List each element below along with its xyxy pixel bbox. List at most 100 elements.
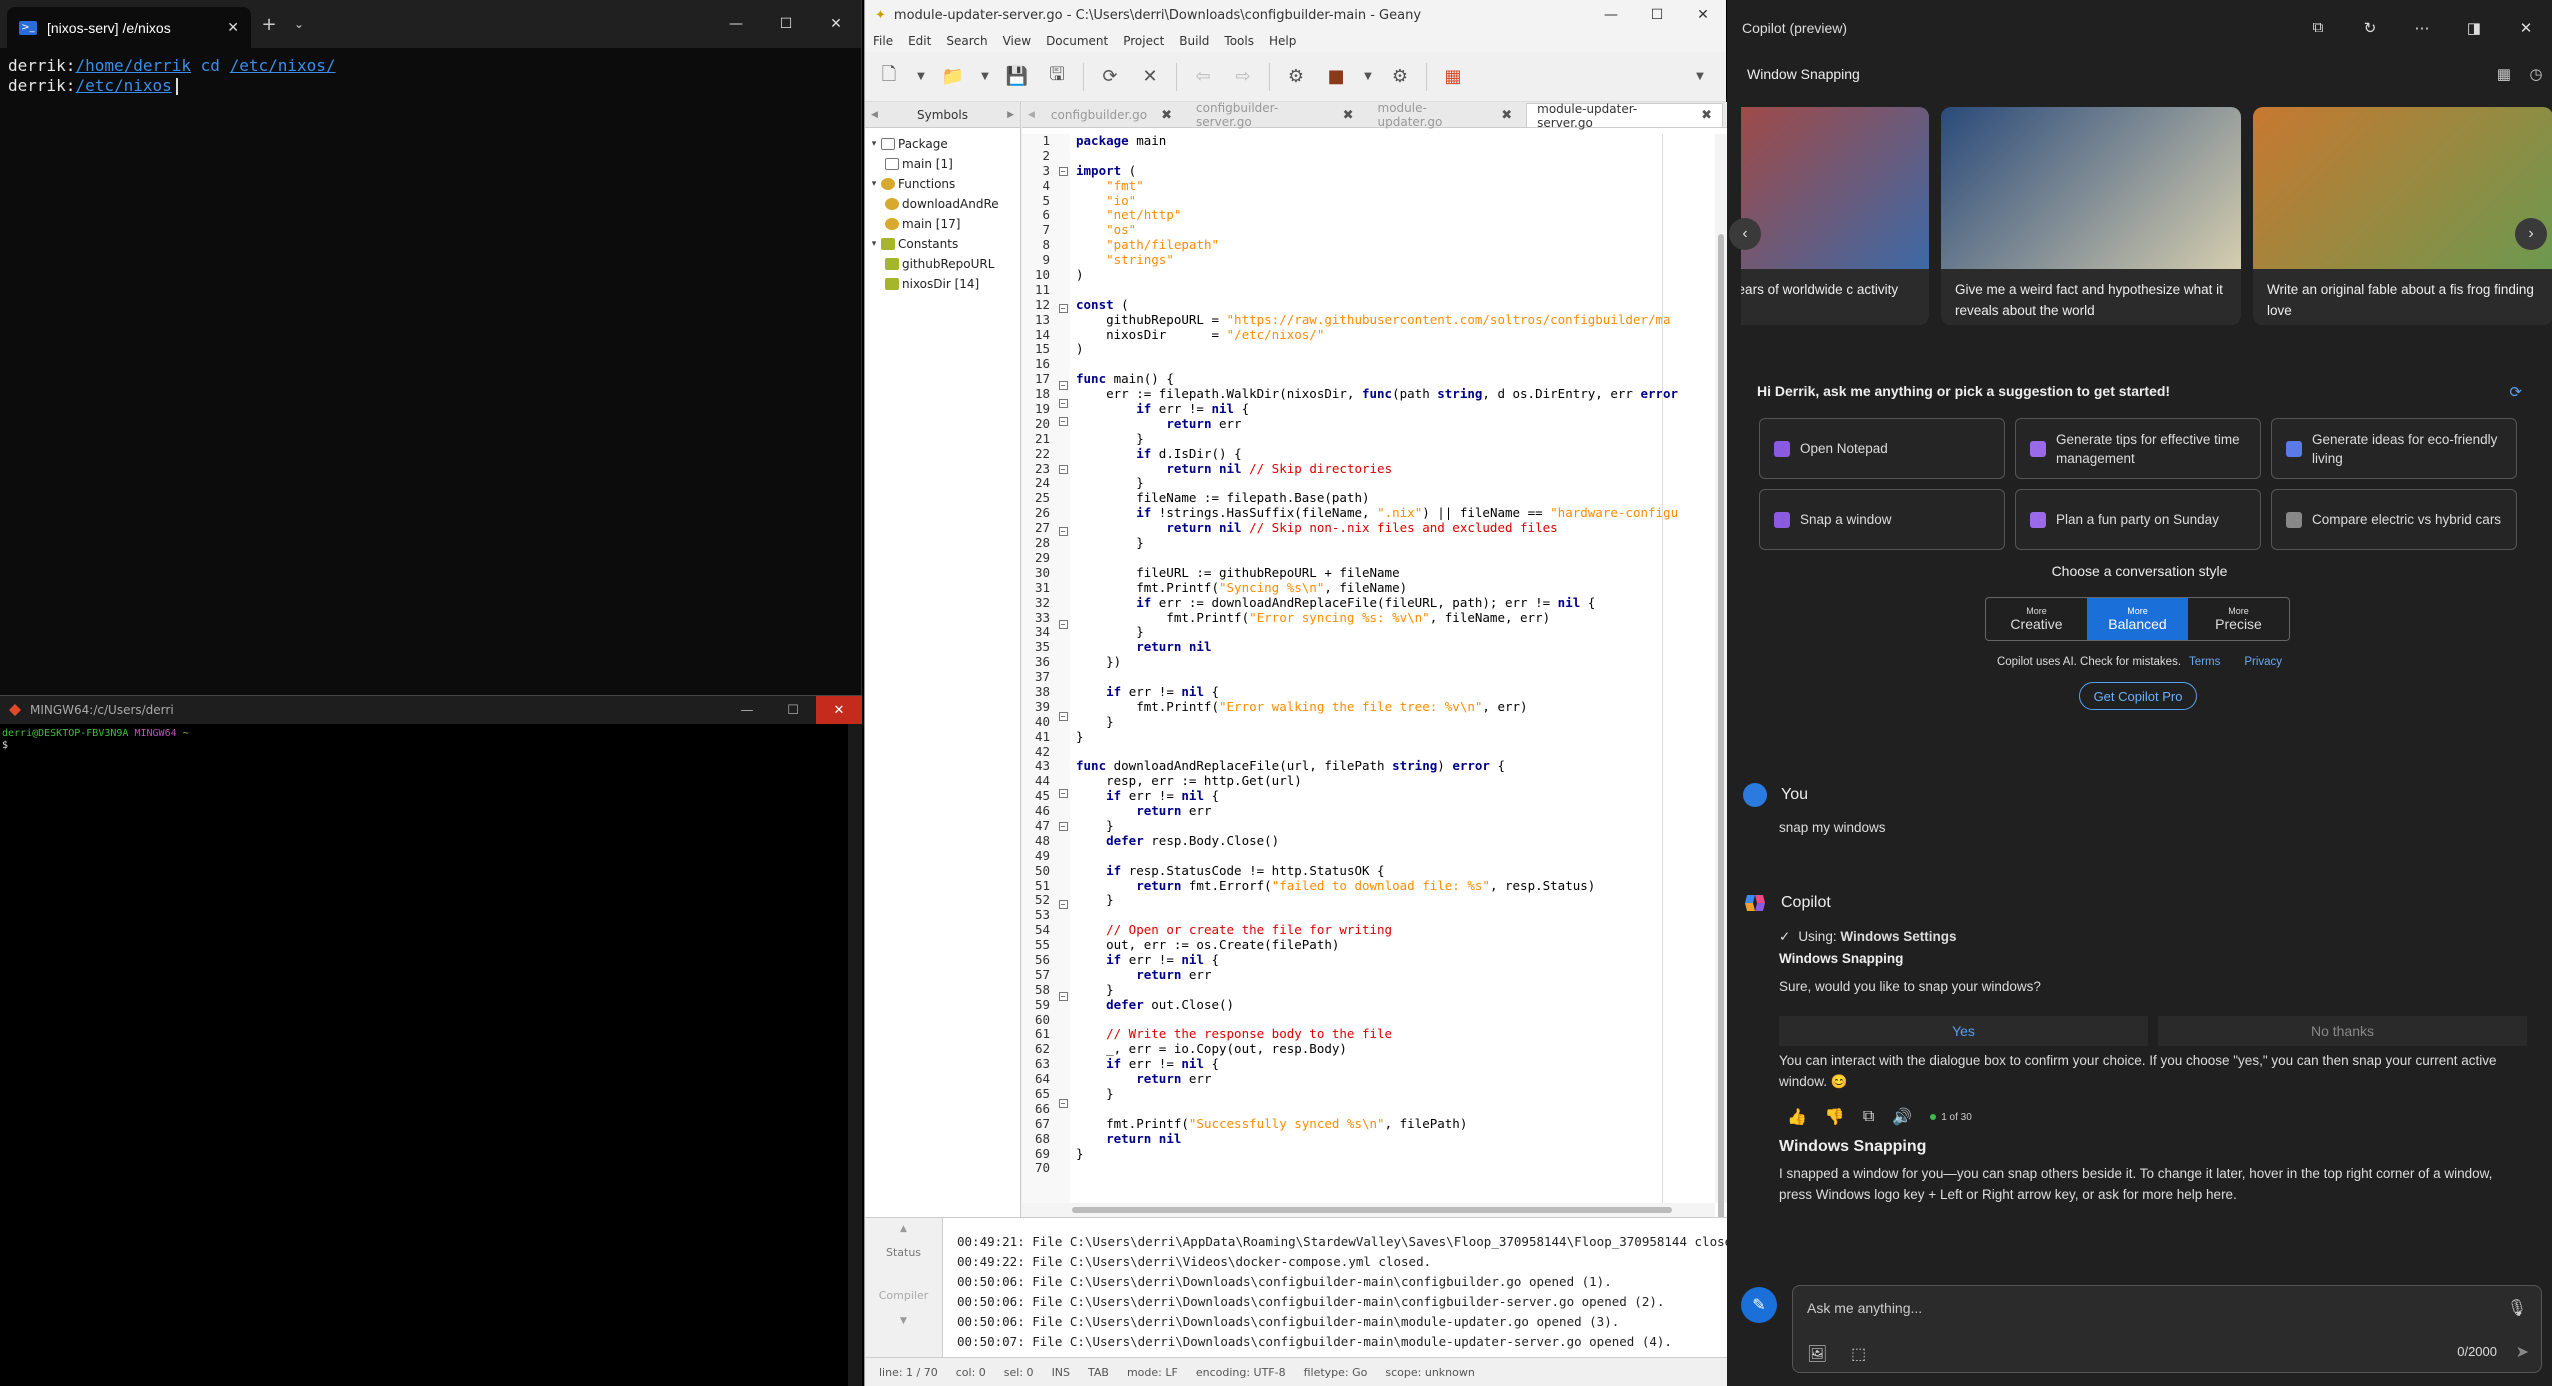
vertical-scrollbar[interactable]	[1715, 134, 1727, 1284]
menu-item[interactable]: View	[1003, 34, 1031, 48]
fold-toggle-icon[interactable]: −	[1058, 822, 1068, 832]
expand-arrow-icon[interactable]: ▾	[867, 139, 881, 149]
no-thanks-button[interactable]: No thanks	[2158, 1016, 2527, 1046]
terminal-output[interactable]: derrik:/home/derrik cd /etc/nixos/ derri…	[0, 48, 861, 104]
code-editor[interactable]: ◀ configbuilder.go ✖ configbuilder-server.…	[1022, 101, 1727, 1284]
menu-item[interactable]: Help	[1269, 34, 1296, 48]
symbol-node[interactable]: downloadAndRe	[865, 194, 1020, 214]
compile-icon[interactable]: ⚙	[1282, 63, 1310, 91]
tab-status[interactable]: Status	[865, 1246, 942, 1259]
style-option[interactable]: More Precise	[2188, 598, 2289, 640]
fold-toggle-icon[interactable]: −	[1058, 789, 1068, 799]
carousel-card[interactable]: Write an original fable about a fis frog…	[2253, 107, 2552, 325]
terms-link[interactable]: Terms	[2189, 656, 2220, 668]
symbol-node[interactable]: ▾ Constants	[865, 234, 1020, 254]
close-button[interactable]: ✕	[1680, 7, 1726, 23]
save-all-icon[interactable]: 🖫	[1043, 63, 1071, 91]
chevron-down-icon[interactable]: ▼	[979, 63, 991, 91]
scrollbar[interactable]	[848, 724, 862, 1386]
chevron-up-icon[interactable]: ▲	[865, 1224, 942, 1234]
reload-icon[interactable]: ⟳	[1096, 63, 1124, 91]
maximize-button[interactable]: ☐	[770, 696, 816, 724]
forward-icon[interactable]: ⇨	[1229, 63, 1257, 91]
minimize-button[interactable]: —	[1588, 7, 1634, 23]
color-chooser-icon[interactable]: ▦	[1439, 63, 1467, 91]
tab-compiler[interactable]: Compiler	[865, 1289, 942, 1302]
editor-tab[interactable]: module-updater-server.go ✖	[1526, 102, 1723, 130]
speaker-icon[interactable]: 🔊	[1892, 1107, 1912, 1127]
mingw-output[interactable]: derri@DESKTOP-FBV3N9A MINGW64 ~ $	[0, 724, 862, 756]
chevron-down-icon[interactable]: ▼	[1362, 63, 1374, 91]
menu-item[interactable]: File	[873, 34, 893, 48]
close-button[interactable]: ✕	[816, 696, 862, 724]
thumbs-down-icon[interactable]: 👎	[1825, 1107, 1845, 1127]
close-tab-icon[interactable]: ✖	[1701, 108, 1712, 123]
chevron-down-icon[interactable]: ▼	[865, 1316, 942, 1326]
copy-icon[interactable]: ⧉	[1863, 1108, 1874, 1126]
chat-input-box[interactable]: 🎙 🖼 ⬚ 0/2000 ➤	[1792, 1285, 2542, 1373]
editor-tab[interactable]: configbuilder-server.go ✖	[1186, 101, 1363, 129]
new-tab-button[interactable]: +	[251, 0, 287, 48]
terminal-window[interactable]: >_ [nixos-serv] /e/nixos ✕ + ⌄ — ☐ ✕ der…	[0, 0, 862, 695]
close-file-icon[interactable]: ✕	[1136, 63, 1164, 91]
close-tab-icon[interactable]: ✖	[1343, 108, 1354, 123]
carousel-card[interactable]: Give me a weird fact and hypothesize wha…	[1941, 107, 2241, 325]
close-tab-icon[interactable]: ✖	[1161, 108, 1172, 123]
expand-arrow-icon[interactable]: ▾	[867, 239, 881, 249]
symbol-node[interactable]: ▾ Package	[865, 134, 1020, 154]
symbol-node[interactable]: main [17]	[865, 214, 1020, 234]
open-file-icon[interactable]: 📁	[939, 63, 967, 91]
geany-window[interactable]: ✦ module-updater-server.go - C:\Users\de…	[864, 0, 1747, 1386]
menu-item[interactable]: Build	[1179, 34, 1209, 48]
menu-item[interactable]: Edit	[908, 34, 931, 48]
open-external-icon[interactable]: ⧉	[2292, 19, 2344, 37]
add-image-icon[interactable]: 🖼	[1807, 1344, 1827, 1364]
style-option[interactable]: More Creative	[1986, 598, 2087, 640]
carousel-card[interactable]: ze the last ten years of worldwide c act…	[1741, 107, 1929, 325]
menu-item[interactable]: Search	[946, 34, 987, 48]
fold-toggle-icon[interactable]: −	[1058, 417, 1068, 427]
symbol-node[interactable]: main [1]	[865, 154, 1020, 174]
new-file-icon[interactable]: 🗋	[875, 63, 903, 91]
menu-item[interactable]: Tools	[1224, 34, 1254, 48]
symbol-node[interactable]: githubRepoURL	[865, 254, 1020, 274]
suggestion-button[interactable]: Snap a window	[1759, 489, 2005, 550]
suggestion-button[interactable]: Open Notepad	[1759, 418, 2005, 479]
minimize-button[interactable]: —	[724, 696, 770, 724]
chevron-left-icon[interactable]: ◀	[1028, 110, 1035, 120]
refresh-icon[interactable]: ↻	[2344, 19, 2396, 37]
more-icon[interactable]: ⋯	[2396, 19, 2448, 37]
dock-icon[interactable]: ◨	[2448, 19, 2500, 37]
history-icon[interactable]: ◷	[2520, 65, 2552, 83]
close-button[interactable]: ✕	[811, 0, 861, 48]
chevron-left-icon[interactable]: ◀	[871, 110, 878, 120]
close-icon[interactable]: ✕	[2500, 19, 2552, 37]
save-icon[interactable]: 💾	[1003, 63, 1031, 91]
chevron-right-icon[interactable]: ▶	[1007, 110, 1014, 120]
mingw-terminal-window[interactable]: MINGW64:/c/Users/derri — ☐ ✕ derri@DESKT…	[0, 695, 862, 1386]
symbol-node[interactable]: nixosDir [14]	[865, 274, 1020, 294]
close-tab-icon[interactable]: ✕	[227, 20, 239, 36]
close-tab-icon[interactable]: ✖	[1501, 108, 1512, 123]
chat-input[interactable]	[1807, 1300, 2467, 1316]
get-copilot-pro-button[interactable]: Get Copilot Pro	[2079, 682, 2197, 710]
new-topic-button[interactable]: ✎	[1741, 1287, 1777, 1323]
fold-toggle-icon[interactable]: −	[1058, 711, 1068, 721]
suggestion-button[interactable]: Generate ideas for eco-friendly living	[2271, 418, 2517, 479]
menu-item[interactable]: Project	[1123, 34, 1164, 48]
send-icon[interactable]: ➤	[2516, 1342, 2529, 1362]
terminal-tab[interactable]: >_ [nixos-serv] /e/nixos ✕	[7, 7, 251, 48]
screenshot-icon[interactable]: ⬚	[1851, 1344, 1866, 1364]
thumbs-up-icon[interactable]: 👍	[1787, 1107, 1807, 1127]
fold-toggle-icon[interactable]: −	[1058, 1099, 1068, 1109]
fold-toggle-icon[interactable]: −	[1058, 166, 1068, 176]
expand-arrow-icon[interactable]: ▾	[867, 179, 881, 189]
execute-icon[interactable]: ⚙	[1386, 63, 1414, 91]
minimize-button[interactable]: —	[711, 0, 761, 48]
editor-tab[interactable]: configbuilder.go ✖	[1041, 103, 1182, 127]
plugins-icon[interactable]: ▦	[2488, 65, 2520, 83]
fold-toggle-icon[interactable]: −	[1058, 399, 1068, 409]
chevron-down-icon[interactable]: ▼	[915, 63, 927, 91]
back-icon[interactable]: ⇦	[1189, 63, 1217, 91]
suggestion-button[interactable]: Compare electric vs hybrid cars	[2271, 489, 2517, 550]
